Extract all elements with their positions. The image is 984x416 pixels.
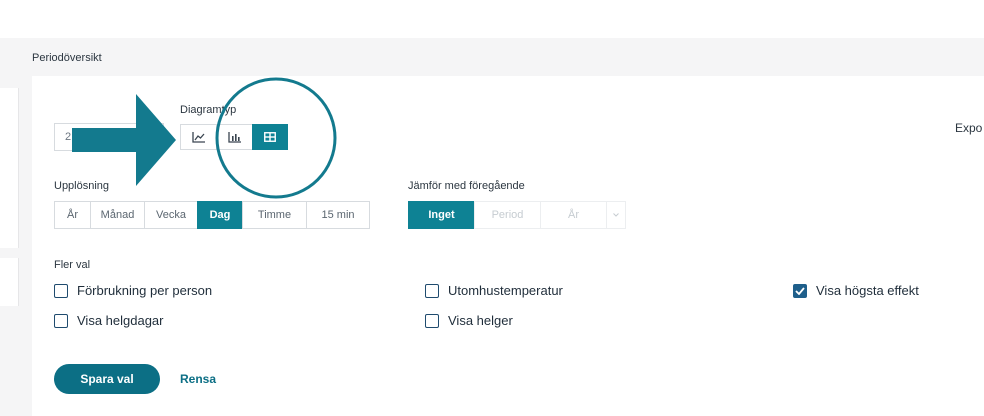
annotation-circle-icon [215, 77, 337, 199]
annotation-overlay [72, 77, 337, 199]
annotation-arrow-icon [72, 94, 176, 186]
